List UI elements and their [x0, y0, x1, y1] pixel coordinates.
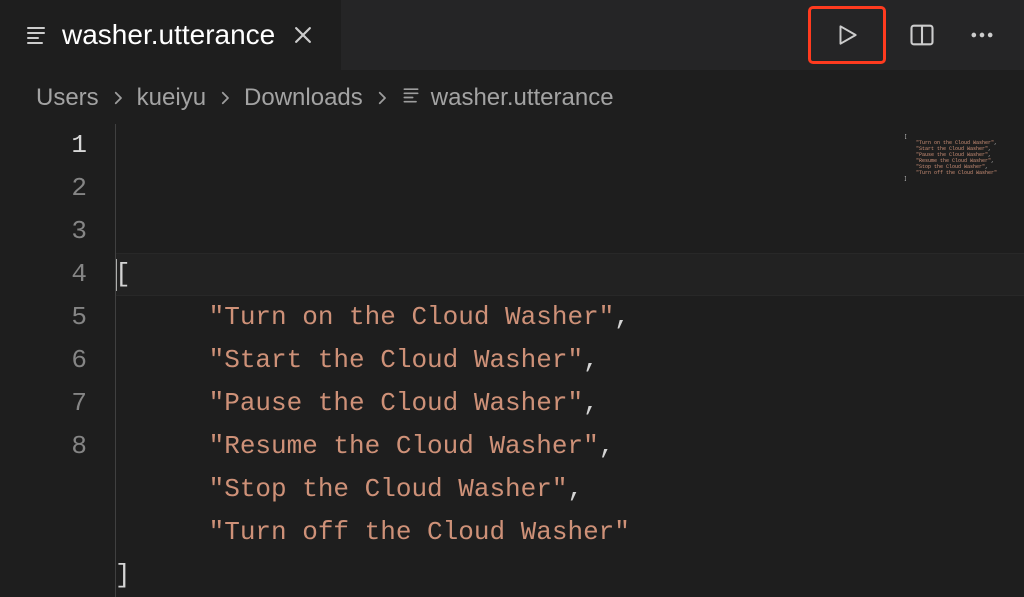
code-line[interactable]: "Start the Cloud Washer",: [115, 339, 1024, 382]
code-line[interactable]: "Stop the Cloud Washer",: [115, 468, 1024, 511]
code-line[interactable]: "Pause the Cloud Washer",: [115, 382, 1024, 425]
close-icon[interactable]: [289, 21, 317, 49]
chevron-right-icon: [216, 89, 234, 107]
file-text-icon: [401, 84, 421, 112]
code-editor[interactable]: 12345678 ["Turn on the Cloud Washer","St…: [0, 124, 1024, 597]
code-line[interactable]: "Turn off the Cloud Washer": [115, 511, 1024, 554]
chevron-right-icon: [109, 89, 127, 107]
breadcrumb-segment[interactable]: Users: [36, 84, 99, 112]
minimap[interactable]: [ "Turn on the Cloud Washer", "Start the…: [898, 130, 1018, 186]
chevron-right-icon: [373, 89, 391, 107]
code-line[interactable]: [: [115, 253, 1024, 296]
line-number: 7: [0, 382, 87, 425]
breadcrumb-segment[interactable]: Downloads: [244, 84, 363, 112]
breadcrumb[interactable]: Users kueiyu Downloads washer.utterance: [0, 70, 1024, 124]
line-number: 4: [0, 253, 87, 296]
line-gutter: 12345678: [0, 124, 115, 597]
line-number: 2: [0, 167, 87, 210]
line-number: 3: [0, 210, 87, 253]
code-content[interactable]: ["Turn on the Cloud Washer","Start the C…: [115, 124, 1024, 597]
line-number: 6: [0, 339, 87, 382]
breadcrumb-segment[interactable]: kueiyu: [137, 84, 206, 112]
line-number: 5: [0, 296, 87, 339]
file-text-icon: [24, 23, 48, 47]
code-line[interactable]: ]: [115, 554, 1024, 597]
line-number: 1: [0, 124, 87, 167]
editor-tab[interactable]: washer.utterance: [0, 0, 342, 70]
breadcrumb-filename: washer.utterance: [431, 84, 614, 112]
code-line[interactable]: "Resume the Cloud Washer",: [115, 425, 1024, 468]
split-editor-button[interactable]: [898, 11, 946, 59]
breadcrumb-file[interactable]: washer.utterance: [401, 84, 614, 112]
line-number: 8: [0, 425, 87, 468]
tab-title: washer.utterance: [62, 19, 275, 51]
indent-guide: [115, 124, 116, 597]
more-actions-button[interactable]: [958, 11, 1006, 59]
tab-actions: [808, 6, 1024, 64]
code-line[interactable]: "Turn on the Cloud Washer",: [115, 296, 1024, 339]
tab-bar: washer.utterance: [0, 0, 1024, 70]
run-button[interactable]: [808, 6, 886, 64]
